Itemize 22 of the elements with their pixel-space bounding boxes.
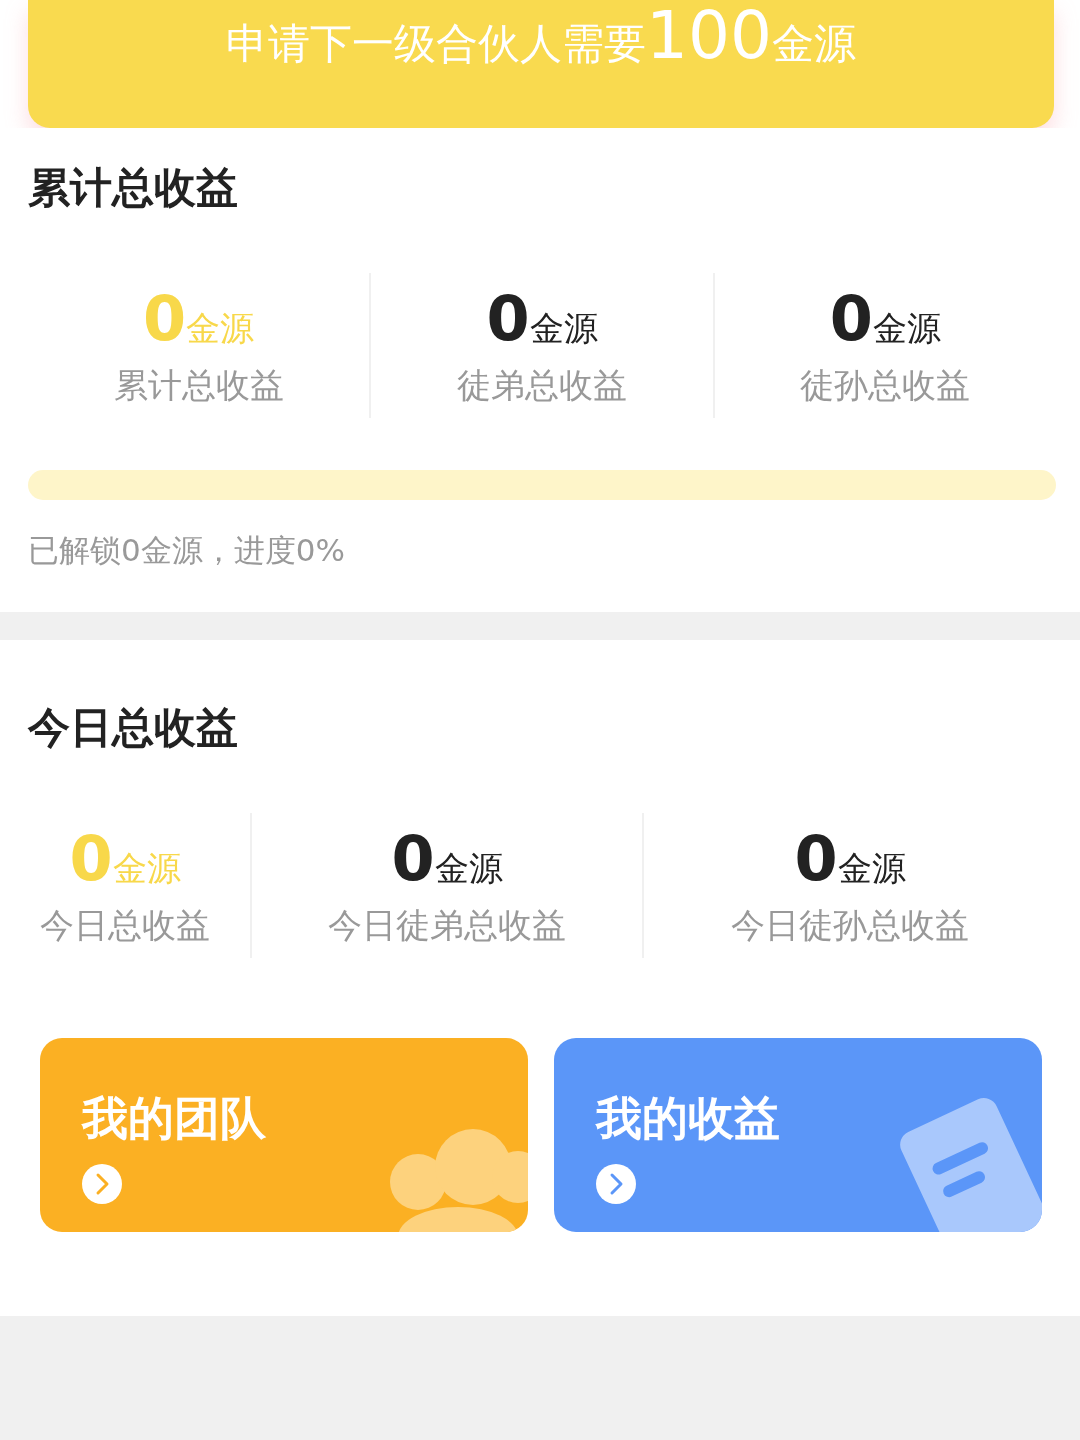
stat-value: 0金源 — [391, 822, 503, 895]
stat-label: 徒孙总收益 — [800, 364, 971, 407]
chevron-right-icon[interactable] — [596, 1164, 636, 1204]
stat-label: 今日徒孙总收益 — [731, 904, 969, 947]
stat-label: 今日总收益 — [40, 904, 210, 947]
card-title: 我的团队 — [82, 1090, 267, 1147]
stat-label: 累计总收益 — [113, 364, 284, 407]
stat-value: 0金源 — [829, 282, 941, 355]
apply-banner[interactable]: 申请下一级合伙人需要100金源 — [28, 0, 1054, 128]
section-title: 累计总收益 — [28, 162, 239, 214]
section-title: 今日总收益 — [28, 702, 239, 754]
stat-value: 0金源 — [143, 282, 255, 355]
progress-text: 已解锁0金源，进度0% — [28, 531, 346, 570]
income-card[interactable]: 我的收益 — [554, 1038, 1042, 1232]
stat-label: 今日徒弟总收益 — [328, 904, 566, 947]
stat-value: 0金源 — [486, 282, 598, 355]
card-title: 我的收益 — [596, 1090, 781, 1147]
team-card[interactable]: 我的团队 — [40, 1038, 528, 1232]
stat-label: 徒弟总收益 — [457, 364, 627, 407]
chevron-right-icon[interactable] — [82, 1164, 122, 1204]
stat-value: 0金源 — [69, 822, 181, 895]
stat-value: 0金源 — [794, 822, 906, 895]
